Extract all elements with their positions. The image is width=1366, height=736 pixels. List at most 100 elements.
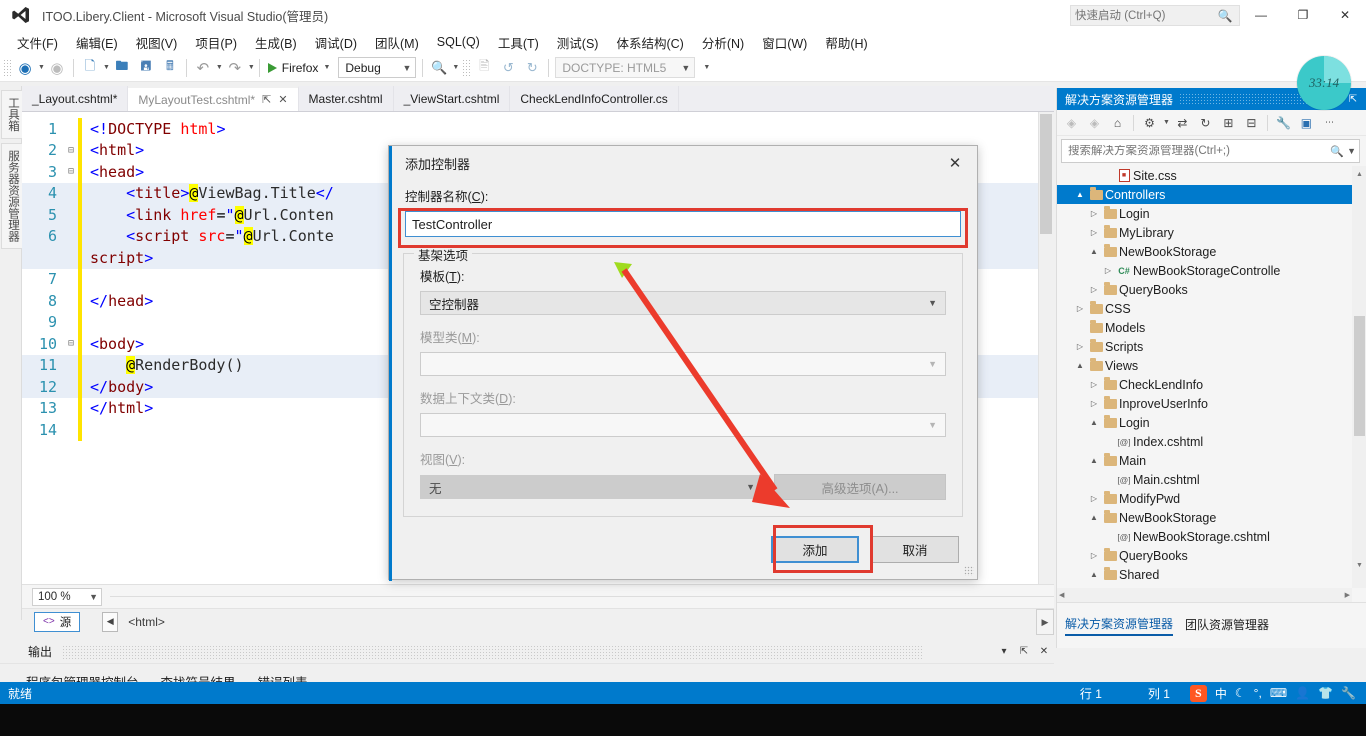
fold-marker[interactable]: ⊟: [64, 145, 78, 156]
sync-icon[interactable]: ⇄: [1172, 112, 1193, 133]
document-tab-master[interactable]: Master.cshtml: [299, 86, 394, 111]
doctype-combo[interactable]: DOCTYPE: HTML5 ▼: [555, 57, 696, 78]
menu-item-build[interactable]: 生成(B): [246, 30, 306, 55]
tree-item-views-checklendinfo[interactable]: ▷ CheckLendInfo: [1057, 375, 1366, 394]
solution-explorer-tree[interactable]: ■ Site.css ▲ Controllers ▷ Login ▷ MyLib…: [1057, 166, 1366, 602]
tree-item-controllers[interactable]: ▲ Controllers: [1057, 185, 1366, 204]
menu-item-tools[interactable]: 工具(T): [489, 30, 548, 55]
moon-icon[interactable]: ☾: [1235, 686, 1246, 700]
menu-item-view[interactable]: 视图(V): [127, 30, 187, 55]
close-button[interactable]: ✕: [1324, 0, 1366, 30]
twisty-icon[interactable]: ▷: [1073, 342, 1087, 351]
properties-icon[interactable]: 🔧: [1273, 112, 1294, 133]
search-icon[interactable]: 🔍: [1330, 145, 1344, 158]
tree-vertical-scrollbar[interactable]: ▲ ▼: [1352, 166, 1366, 588]
menu-item-architecture[interactable]: 体系结构(C): [607, 30, 692, 55]
menu-item-test[interactable]: 测试(S): [548, 30, 608, 55]
pending-changes-chevron-down-icon[interactable]: ▼: [1163, 119, 1170, 126]
zoom-level-combo[interactable]: 100 % ▼: [32, 587, 102, 606]
tree-item-index-cshtml[interactable]: [@] Index.cshtml: [1057, 432, 1366, 451]
overflow-icon[interactable]: ⋯: [1319, 112, 1340, 133]
refresh-icon[interactable]: ↻: [1195, 112, 1216, 133]
controller-name-input[interactable]: [405, 211, 961, 237]
output-pane-drag-dots[interactable]: [62, 644, 924, 659]
show-all-files-icon[interactable]: ⊟: [1241, 112, 1262, 133]
tree-item-views[interactable]: ▲ Views: [1057, 356, 1366, 375]
close-icon[interactable]: ✕: [933, 146, 977, 180]
solution-explorer-search-input[interactable]: [1068, 145, 1331, 157]
dialog-resize-grip[interactable]: [964, 566, 974, 576]
toolbar-grip[interactable]: [462, 58, 473, 77]
quick-launch-box[interactable]: 🔍: [1070, 5, 1240, 26]
solution-configuration-combo[interactable]: Debug ▼: [338, 57, 417, 78]
minimize-button[interactable]: —: [1240, 0, 1282, 30]
twisty-icon[interactable]: ▲: [1073, 190, 1087, 199]
twisty-icon[interactable]: ▷: [1087, 551, 1101, 560]
document-tab-viewstart[interactable]: _ViewStart.cshtml: [394, 86, 511, 111]
scroll-left-icon[interactable]: ◀: [1059, 591, 1064, 599]
tools-icon[interactable]: 🔧: [1341, 686, 1356, 700]
find-chevron-down-icon[interactable]: ▼: [452, 64, 459, 71]
back-icon[interactable]: ◈: [1061, 112, 1082, 133]
toolbar-grip[interactable]: [3, 58, 13, 77]
tree-item-views-newbookstorage[interactable]: ▲ NewBookStorage: [1057, 508, 1366, 527]
undo-chevron-down-icon[interactable]: ▼: [216, 64, 223, 71]
twisty-icon[interactable]: ▲: [1087, 570, 1101, 579]
save-all-icon[interactable]: 🖩: [159, 57, 181, 79]
document-tab-checklendinfocontroller[interactable]: CheckLendInfoController.cs: [510, 86, 679, 111]
twisty-icon[interactable]: ▷: [1087, 494, 1101, 503]
cancel-button[interactable]: 取消: [871, 536, 959, 563]
twisty-icon[interactable]: ▲: [1087, 513, 1101, 522]
add-button[interactable]: 添加: [771, 536, 859, 563]
tree-item-newbookstorage-cshtml[interactable]: [@] NewBookStorage.cshtml: [1057, 527, 1366, 546]
redo-chevron-down-icon[interactable]: ▼: [248, 64, 255, 71]
undo-icon[interactable]: ↶: [192, 57, 214, 79]
tree-item-controllers-login[interactable]: ▷ Login: [1057, 204, 1366, 223]
tree-item-css[interactable]: ▷ CSS: [1057, 299, 1366, 318]
home-icon[interactable]: ⌂: [1107, 112, 1128, 133]
menu-item-sql[interactable]: SQL(Q): [428, 32, 489, 52]
start-debug-chevron-down-icon[interactable]: ▼: [323, 64, 330, 71]
preview-icon[interactable]: ▣: [1296, 112, 1317, 133]
skin-icon[interactable]: 👕: [1318, 686, 1333, 700]
twisty-icon[interactable]: ▲: [1073, 361, 1087, 370]
menu-item-analyze[interactable]: 分析(N): [693, 30, 753, 55]
fold-marker[interactable]: ⊟: [64, 338, 78, 349]
navigate-back-chevron-down-icon[interactable]: ▼: [38, 64, 45, 71]
document-tab-layout[interactable]: _Layout.cshtml*: [22, 86, 129, 111]
tab-solution-explorer[interactable]: 解决方案资源管理器: [1065, 615, 1174, 636]
menu-item-help[interactable]: 帮助(H): [816, 30, 876, 55]
toolbar-overflow-icon[interactable]: ▼: [703, 64, 710, 71]
close-icon[interactable]: ✕: [278, 93, 287, 106]
twisty-icon[interactable]: ▷: [1087, 228, 1101, 237]
chevron-down-icon[interactable]: ▾: [994, 646, 1014, 657]
tree-scroll-thumb[interactable]: [1354, 316, 1365, 436]
twisty-icon[interactable]: ▷: [1087, 380, 1101, 389]
tree-item-views-main[interactable]: ▲ Main: [1057, 451, 1366, 470]
chevron-down-icon[interactable]: ▼: [1347, 146, 1356, 156]
redo-icon[interactable]: ↷: [224, 57, 246, 79]
twisty-icon[interactable]: ▲: [1087, 456, 1101, 465]
scroll-up-icon[interactable]: ▲: [1354, 168, 1365, 181]
tree-item-controllers-newbookstorage[interactable]: ▲ NewBookStorage: [1057, 242, 1366, 261]
menu-item-file[interactable]: 文件(F): [8, 30, 67, 55]
template-combo[interactable]: 空控制器 ▼: [420, 291, 946, 315]
twisty-icon[interactable]: ▷: [1087, 285, 1101, 294]
menu-item-debug[interactable]: 调试(D): [306, 30, 366, 55]
ime-mode-label[interactable]: 中: [1215, 685, 1227, 702]
twisty-icon[interactable]: ▲: [1087, 418, 1101, 427]
timer-widget[interactable]: 33:14: [1297, 56, 1351, 110]
maximize-button[interactable]: ❐: [1282, 0, 1324, 30]
quick-launch-input[interactable]: [1075, 7, 1217, 24]
forward-icon[interactable]: ◈: [1084, 112, 1105, 133]
tag-nav-overflow-icon[interactable]: ▶: [1036, 609, 1054, 635]
new-project-chevron-down-icon[interactable]: ▼: [103, 64, 110, 71]
tree-horizontal-scrollbar[interactable]: ◀ ▶: [1057, 588, 1352, 602]
twisty-icon[interactable]: ▷: [1087, 399, 1101, 408]
fold-marker[interactable]: ⊟: [64, 166, 78, 177]
new-project-icon[interactable]: 🗋: [79, 57, 101, 79]
menu-item-window[interactable]: 窗口(W): [753, 30, 816, 55]
tree-item-views-shared[interactable]: ▲ Shared: [1057, 565, 1366, 584]
tree-item-views-inproveuserinfo[interactable]: ▷ InproveUserInfo: [1057, 394, 1366, 413]
scroll-right-icon[interactable]: ▶: [1345, 591, 1350, 599]
